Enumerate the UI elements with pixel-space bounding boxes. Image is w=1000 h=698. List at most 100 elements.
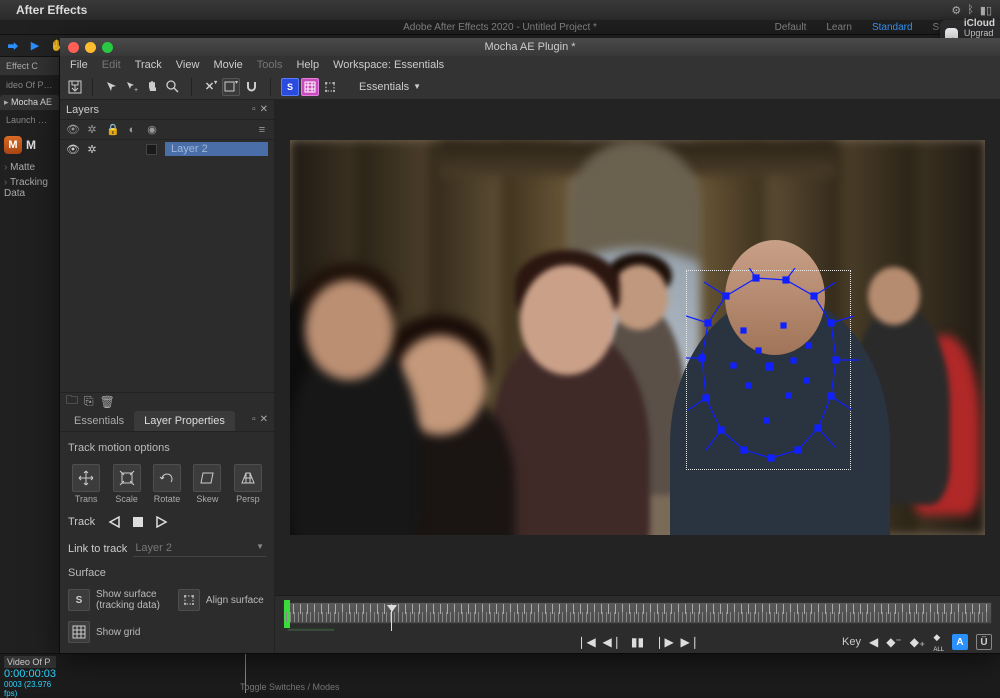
panel-undock-icon[interactable]: ▫ bbox=[252, 104, 256, 115]
ae-timecode[interactable]: 0:00:00:03 bbox=[4, 668, 56, 680]
add-key-button[interactable]: ◆⁻ bbox=[886, 635, 902, 649]
layer-cog-icon[interactable]: ✲ bbox=[86, 143, 98, 156]
ae-tree-tracking[interactable]: › Tracking Data bbox=[0, 175, 59, 201]
panel-close-icon[interactable]: ✕ bbox=[260, 104, 268, 115]
xspline-tool-icon[interactable]: ✕▾ bbox=[202, 78, 220, 96]
track-stop-button[interactable] bbox=[129, 514, 147, 530]
playback-controls: ❘◀ ◀❘ ▮▮ ❘▶ ▶❘ Key ◀ ◆⁻ ◆₊ ◆ALL A Ü bbox=[275, 631, 1000, 653]
viewer-canvas[interactable] bbox=[290, 140, 985, 535]
play-stop-button[interactable]: ▮▮ bbox=[629, 635, 647, 649]
link-to-track-dropdown[interactable]: Layer 2 ▼ bbox=[133, 540, 266, 557]
layer-visibility-icon[interactable]: 👁 bbox=[66, 143, 78, 156]
track-forward-button[interactable] bbox=[153, 514, 171, 530]
uberkey-toggle[interactable]: Ü bbox=[976, 634, 992, 650]
timeline-playhead[interactable] bbox=[387, 605, 397, 631]
panel-close-icon[interactable]: ✕ bbox=[260, 414, 268, 425]
ae-video-name: ideo Of People Wa bbox=[0, 76, 59, 95]
menu-edit[interactable]: Edit bbox=[102, 59, 121, 71]
col-matte-icon[interactable]: ◉ bbox=[146, 123, 158, 136]
key-label: Key bbox=[842, 636, 861, 648]
layer-row[interactable]: 👁 ✲ Layer 2 bbox=[60, 140, 274, 158]
mac-app-name[interactable]: After Effects bbox=[16, 3, 87, 17]
go-end-button[interactable]: ▶❘ bbox=[681, 635, 699, 649]
magnetic-tool-icon[interactable] bbox=[242, 78, 260, 96]
prev-key-button[interactable]: ◀ bbox=[869, 635, 878, 649]
ae-ws-default[interactable]: Default bbox=[775, 22, 807, 33]
link-to-track-label: Link to track bbox=[68, 543, 127, 555]
layers-table: 👁 ✲ 🔒 ◐ ◉ ≡ 👁 ✲ Layer 2 bbox=[60, 120, 274, 158]
ae-timecode-sub: 0003 (23.976 fps) bbox=[4, 680, 56, 698]
autokey-all-button[interactable]: ◆ALL bbox=[933, 632, 944, 653]
mocha-titlebar[interactable]: Mocha AE Plugin * bbox=[60, 38, 1000, 56]
show-surface-toggle[interactable]: S Show surface(tracking data) bbox=[68, 589, 160, 611]
rect-tool-icon[interactable]: ▾ bbox=[222, 78, 240, 96]
close-button[interactable] bbox=[68, 42, 79, 53]
go-start-button[interactable]: ❘◀ bbox=[577, 635, 595, 649]
opt-scale[interactable]: Scale bbox=[108, 464, 144, 504]
col-lock-icon[interactable]: 🔒 bbox=[106, 123, 118, 136]
step-fwd-button[interactable]: ❘▶ bbox=[655, 635, 673, 649]
opt-rotate[interactable]: Rotate bbox=[149, 464, 185, 504]
col-cog-icon[interactable]: ✲ bbox=[86, 123, 98, 136]
step-back-button[interactable]: ◀❘ bbox=[603, 635, 621, 649]
menu-help[interactable]: Help bbox=[296, 59, 319, 71]
workspace-dropdown[interactable]: Essentials▼ bbox=[353, 79, 427, 95]
autokey-toggle[interactable]: A bbox=[952, 634, 968, 650]
tracking-spline[interactable] bbox=[686, 268, 866, 478]
hand-tool-icon[interactable] bbox=[143, 78, 161, 96]
opt-perspective[interactable]: Persp bbox=[230, 464, 266, 504]
layer-name[interactable]: Layer 2 bbox=[165, 142, 268, 156]
ae-toggle-switches[interactable]: Toggle Switches / Modes bbox=[240, 682, 340, 692]
next-key-button[interactable]: ◆₊ bbox=[910, 635, 926, 649]
save-icon[interactable] bbox=[66, 78, 84, 96]
layer-duplicate-icon[interactable]: ⎘ bbox=[84, 394, 94, 409]
track-backward-button[interactable] bbox=[105, 514, 123, 530]
wifi-icon: ⚙︎ bbox=[951, 4, 961, 17]
menu-workspace[interactable]: Workspace: Essentials bbox=[333, 59, 444, 71]
ae-ws-learn[interactable]: Learn bbox=[826, 22, 852, 33]
tab-essentials[interactable]: Essentials bbox=[64, 411, 134, 431]
mocha-logo[interactable]: M M bbox=[0, 130, 59, 160]
props-tabs: Essentials Layer Properties ▫ ✕ bbox=[60, 410, 274, 432]
select-tool-icon[interactable] bbox=[103, 78, 121, 96]
ae-mocha-effect-tab[interactable]: ▸ Mocha AE bbox=[0, 95, 59, 111]
window-controls bbox=[60, 42, 113, 53]
align-surface-icon[interactable] bbox=[321, 78, 339, 96]
col-options-icon[interactable]: ≡ bbox=[256, 124, 268, 136]
ae-tree-matte[interactable]: › Matte bbox=[0, 160, 59, 175]
ae-ws-standard[interactable]: Standard bbox=[872, 22, 913, 33]
menu-file[interactable]: File bbox=[70, 59, 88, 71]
menu-track[interactable]: Track bbox=[135, 59, 162, 71]
in-point-marker[interactable] bbox=[284, 600, 290, 628]
col-spline-icon[interactable]: ◐ bbox=[126, 124, 138, 136]
minimize-button[interactable] bbox=[85, 42, 96, 53]
align-surface-button[interactable]: Align surface bbox=[178, 589, 264, 611]
zoom-tool-icon[interactable] bbox=[163, 78, 181, 96]
ae-home-icon[interactable]: ⮕ bbox=[6, 39, 20, 53]
ae-timeline-tab[interactable]: Video Of P bbox=[4, 656, 56, 668]
layer-folder-icon[interactable]: 🗀 bbox=[66, 391, 78, 412]
ae-timeline-body[interactable]: Toggle Switches / Modes bbox=[60, 654, 1000, 693]
mocha-toolbar: + ✕▾ ▾ S Essentials▼ bbox=[60, 74, 1000, 100]
show-grid-toggle[interactable]: Show grid bbox=[68, 621, 266, 643]
layer-color-chip[interactable] bbox=[146, 144, 157, 155]
menu-view[interactable]: View bbox=[176, 59, 200, 71]
timeline-ruler[interactable] bbox=[283, 602, 992, 624]
opt-translation[interactable]: Trans bbox=[68, 464, 104, 504]
layer-delete-icon[interactable]: 🗑 bbox=[100, 395, 115, 409]
menu-tools[interactable]: Tools bbox=[257, 59, 283, 71]
motion-options-label: Track motion options bbox=[68, 442, 266, 454]
ae-selection-tool-icon[interactable]: ▶ bbox=[28, 39, 42, 53]
col-visibility-icon[interactable]: 👁 bbox=[66, 123, 78, 136]
ae-left-panel: Effect C ideo Of People Wa ▸ Mocha AE La… bbox=[0, 57, 60, 693]
maximize-button[interactable] bbox=[102, 42, 113, 53]
show-surface-icon[interactable]: S bbox=[281, 78, 299, 96]
panel-undock-icon[interactable]: ▫ bbox=[252, 414, 256, 425]
opt-skew[interactable]: Skew bbox=[189, 464, 225, 504]
tab-layer-properties[interactable]: Layer Properties bbox=[134, 411, 235, 431]
surface-label: Surface bbox=[68, 567, 266, 579]
select-add-tool-icon[interactable]: + bbox=[123, 78, 141, 96]
ae-effect-controls-tab[interactable]: Effect C bbox=[0, 57, 59, 76]
menu-movie[interactable]: Movie bbox=[213, 59, 242, 71]
show-grid-icon[interactable] bbox=[301, 78, 319, 96]
